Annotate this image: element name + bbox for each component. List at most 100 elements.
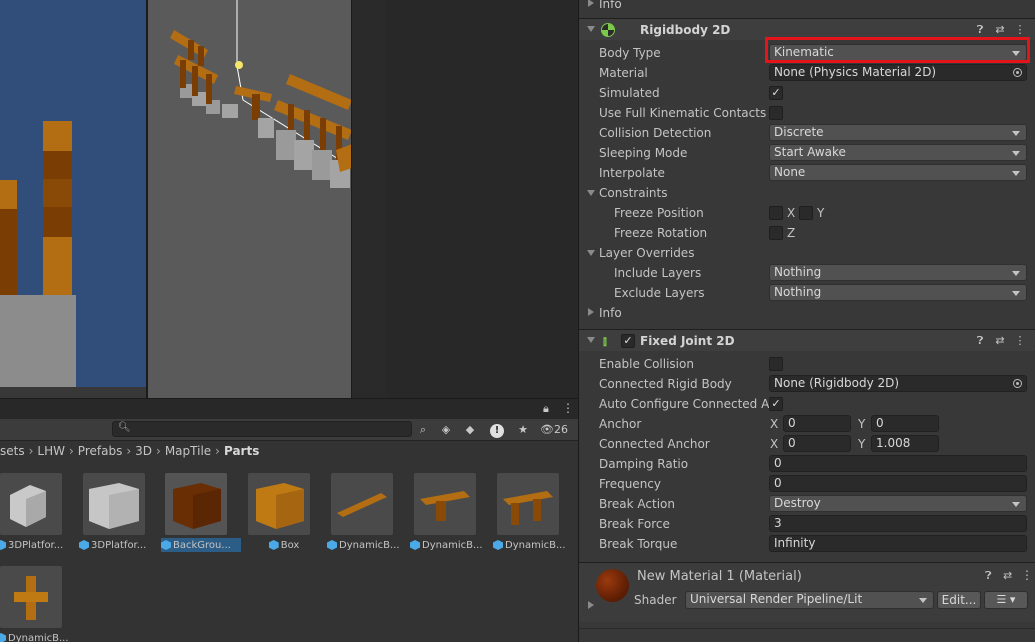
simulated-checkbox[interactable]: ✓ [769, 86, 783, 100]
exclude-layers-dropdown[interactable]: Nothing [769, 284, 1027, 301]
connected-body-row: Connected Rigid Body None (Rigidbody 2D) [579, 374, 1035, 394]
asset-item[interactable]: BackGrou... [161, 473, 241, 557]
stone-block [294, 140, 314, 170]
layer-overrides-foldout[interactable]: Layer Overrides [579, 243, 1035, 263]
sleeping-mode-dropdown[interactable]: Start Awake [769, 144, 1027, 161]
list-icon: ☰ ▾ [996, 593, 1016, 606]
break-action-dropdown[interactable]: Destroy [769, 495, 1027, 512]
material-field[interactable]: None (Physics Material 2D) [769, 64, 1027, 81]
kebab-icon[interactable]: ⋮ [1013, 23, 1027, 37]
rigidbody-icon [601, 23, 615, 37]
wood-post [188, 40, 194, 60]
breadcrumb-item[interactable]: 3D [135, 442, 152, 460]
wood-post [304, 110, 310, 144]
shader-dropdown[interactable]: Universal Render Pipeline/Lit [685, 591, 934, 609]
hidden-count: 26 [553, 423, 568, 436]
breadcrumb-item[interactable]: MapTile [165, 442, 211, 460]
collision-detection-dropdown[interactable]: Discrete [769, 124, 1027, 141]
log-type-icon[interactable]: ! [488, 421, 506, 439]
chevron-right-icon: › [126, 444, 132, 458]
asset-label: DynamicB... [410, 538, 490, 552]
asset-item[interactable]: DynamicB... [493, 473, 573, 557]
full-kinematic-checkbox[interactable] [769, 106, 783, 120]
foldout-arrow-icon[interactable] [587, 26, 595, 32]
pillar-block [43, 151, 72, 179]
connected-anchor-x-input[interactable]: 0 [783, 435, 851, 452]
include-layers-dropdown[interactable]: Nothing [769, 264, 1027, 281]
kebab-icon[interactable]: ⋮ [1013, 334, 1027, 348]
wood-post [198, 46, 204, 66]
asset-item[interactable]: DynamicB... [0, 566, 76, 642]
hidden-count-icon[interactable]: 👁︎26 [540, 421, 576, 439]
fixed-joint-2d-header[interactable]: ⫾ ✓ Fixed Joint 2D ❓︎ ⇄ ⋮ [579, 329, 1035, 351]
component-enabled-checkbox[interactable]: ✓ [621, 334, 635, 348]
asset-item[interactable]: Box [248, 473, 324, 557]
connected-anchor-y-input[interactable]: 1.008 [871, 435, 939, 452]
anchor-y-input[interactable]: 0 [871, 415, 939, 432]
help-icon[interactable]: ❓︎ [973, 23, 987, 37]
include-layers-row: Include Layers Nothing [579, 263, 1035, 283]
info-foldout-top[interactable]: Info [579, 0, 1035, 14]
shader-options-button[interactable]: ☰ ▾ [984, 591, 1028, 609]
freeze-position-y-checkbox[interactable] [799, 206, 813, 220]
inspector-footer [579, 628, 1035, 642]
chevron-down-icon [1012, 291, 1020, 296]
edit-shader-button[interactable]: Edit... [937, 591, 981, 609]
enable-collision-checkbox[interactable] [769, 357, 783, 371]
asset-item[interactable]: 3DPlatfor... [0, 473, 76, 557]
anchor-x-input[interactable]: 0 [783, 415, 851, 432]
preset-icon[interactable]: ⇄ [993, 334, 1007, 348]
asset-item[interactable]: 3DPlatfor... [79, 473, 159, 557]
auto-configure-checkbox[interactable]: ✓ [769, 397, 783, 411]
lock-icon[interactable]: 🔒︎ [543, 402, 549, 416]
foldout-arrow-icon[interactable] [587, 190, 595, 196]
foldout-arrow-icon[interactable] [588, 308, 594, 316]
search-by-type-icon[interactable]: ⌕ [414, 421, 432, 439]
search-input[interactable]: 🔍︎ [112, 421, 412, 437]
object-picker-icon[interactable] [1013, 68, 1022, 77]
break-force-input[interactable]: 3 [769, 515, 1027, 532]
chevron-down-icon [1012, 271, 1020, 276]
foldout-arrow-icon[interactable] [587, 337, 595, 343]
kebab-icon[interactable]: ⋮ [1021, 568, 1033, 582]
freeze-position-x-checkbox[interactable] [769, 206, 783, 220]
collision-detection-row: Collision Detection Discrete [579, 123, 1035, 143]
asset-label: 3DPlatfor... [79, 538, 159, 552]
scene-objects [170, 0, 351, 188]
breadcrumb-item[interactable]: Prefabs [78, 442, 123, 460]
material-section: New Material 1 (Material) ❓︎ ⇄ ⋮ Shader … [579, 562, 1035, 622]
game-view[interactable] [0, 0, 146, 387]
joint-icon: ⫾ [603, 334, 607, 348]
preset-icon[interactable]: ⇄ [993, 23, 1007, 37]
freeze-rotation-z-checkbox[interactable] [769, 226, 783, 240]
constraints-foldout[interactable]: Constraints [579, 183, 1035, 203]
interpolate-dropdown[interactable]: None [769, 164, 1027, 181]
asset-item[interactable]: DynamicB... [410, 473, 490, 557]
filter-by-label-icon[interactable]: ◆ [461, 421, 479, 439]
chevron-down-icon [1012, 131, 1020, 136]
frequency-input[interactable]: 0 [769, 475, 1027, 492]
break-torque-input[interactable]: Infinity [769, 535, 1027, 552]
scene-3d-view[interactable] [148, 0, 351, 398]
filter-by-type-icon[interactable]: ◈ [437, 421, 455, 439]
foldout-arrow-icon[interactable] [587, 250, 595, 256]
stone-block [222, 104, 238, 118]
preset-icon[interactable]: ⇄ [1003, 569, 1012, 582]
help-icon[interactable]: ❓︎ [985, 569, 992, 583]
kebab-icon[interactable]: ⋮ [562, 401, 574, 415]
favorite-icon[interactable]: ★ [514, 421, 532, 439]
foldout-arrow-icon[interactable] [588, 601, 594, 609]
scene-view[interactable] [0, 0, 385, 398]
connected-body-field[interactable]: None (Rigidbody 2D) [769, 375, 1027, 392]
help-icon[interactable]: ❓︎ [973, 334, 987, 348]
object-picker-icon[interactable] [1013, 379, 1022, 388]
breadcrumb-item[interactable]: LHW [37, 442, 65, 460]
asset-item[interactable]: DynamicB... [327, 473, 407, 557]
foldout-arrow-icon[interactable] [588, 0, 594, 7]
breadcrumb-item[interactable]: Parts [224, 442, 259, 460]
left-block [0, 209, 17, 295]
chevron-right-icon: › [215, 444, 220, 458]
info-foldout[interactable]: Info [579, 303, 1035, 323]
damping-ratio-input[interactable]: 0 [769, 455, 1027, 472]
breadcrumb-item[interactable]: sets [0, 442, 25, 460]
